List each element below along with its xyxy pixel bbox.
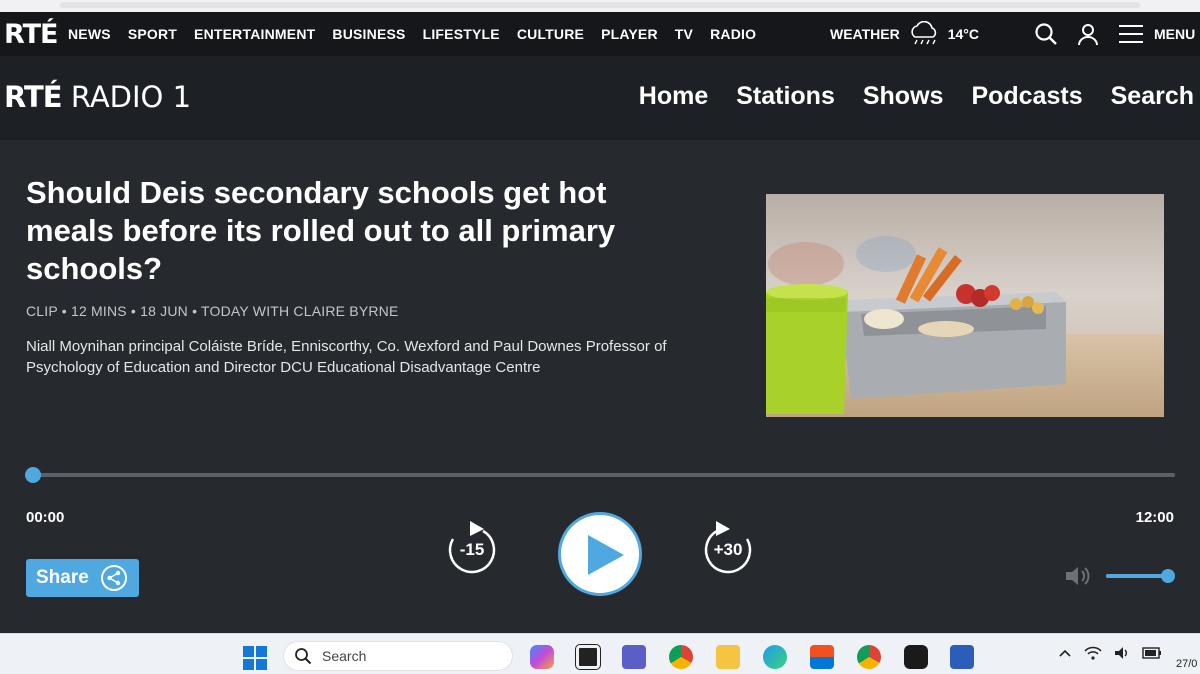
skip-forward-label: +30: [713, 540, 743, 559]
word-icon[interactable]: [950, 645, 974, 669]
task-view-icon[interactable]: [575, 644, 601, 670]
hamburger-menu-icon[interactable]: [1118, 23, 1144, 45]
chrome-icon[interactable]: [669, 645, 693, 669]
time-total: 12:00: [1135, 509, 1174, 526]
nav-item-radio[interactable]: RADIO: [710, 26, 756, 42]
nav-item-player[interactable]: PLAYER: [601, 26, 658, 42]
weather-widget[interactable]: WEATHER 14°C: [830, 12, 979, 56]
browser-top-strip: [0, 0, 1200, 12]
global-nav-menu: NEWS SPORT ENTERTAINMENT BUSINESS LIFEST…: [68, 26, 773, 42]
nav-item-sport[interactable]: SPORT: [128, 26, 177, 42]
nav-item-tv[interactable]: TV: [675, 26, 693, 42]
radio-logo-station: RADIO 1: [70, 80, 192, 114]
battery-icon[interactable]: [1142, 647, 1162, 659]
chevron-up-icon[interactable]: [1058, 648, 1072, 658]
share-icon: [100, 565, 127, 591]
play-icon: [588, 535, 624, 575]
edge-icon[interactable]: [763, 645, 787, 669]
browser-scrollbar[interactable]: [60, 2, 1140, 8]
webex-icon[interactable]: [904, 645, 928, 669]
system-tray: [1058, 646, 1174, 660]
teams-icon[interactable]: [622, 645, 646, 669]
clip-player-panel: Should Deis secondary schools get hot me…: [0, 140, 1200, 633]
radio-nav-stations[interactable]: Stations: [736, 82, 835, 111]
clip-title: Should Deis secondary schools get hot me…: [26, 175, 616, 286]
search-icon: [295, 648, 312, 665]
clip-description: Niall Moynihan principal Coláiste Bríde,…: [26, 338, 667, 376]
temperature: 14°C: [947, 26, 980, 42]
radio-1-logo[interactable]: RTÉ RADIO 1: [4, 80, 191, 114]
global-nav: RTÉ NEWS SPORT ENTERTAINMENT BUSINESS LI…: [0, 12, 1200, 56]
skip-back-label: -15: [459, 540, 485, 559]
nav-item-entertainment[interactable]: ENTERTAINMENT: [194, 26, 315, 42]
user-account-icon[interactable]: [1076, 22, 1100, 46]
wifi-icon[interactable]: [1084, 646, 1102, 660]
playback-progress-bar[interactable]: [25, 467, 1175, 483]
skip-forward-button[interactable]: +30: [698, 520, 758, 580]
microsoft-store-icon[interactable]: [810, 645, 834, 669]
play-button[interactable]: [558, 512, 642, 596]
volume-slider-handle[interactable]: [1161, 569, 1175, 583]
speaker-icon[interactable]: [1114, 646, 1130, 660]
radio-nav-podcasts[interactable]: Podcasts: [971, 82, 1082, 111]
radio-nav-search[interactable]: Search: [1111, 82, 1194, 111]
volume-control: [1064, 565, 1175, 587]
radio-logo-brand: RTÉ: [4, 80, 63, 114]
volume-slider[interactable]: [1106, 569, 1175, 583]
windows-start-icon[interactable]: [243, 646, 267, 670]
nav-item-business[interactable]: BUSINESS: [332, 26, 405, 42]
chrome-profile-icon[interactable]: [857, 645, 881, 669]
rte-logo[interactable]: RTÉ: [0, 19, 62, 50]
nav-item-news[interactable]: NEWS: [68, 26, 111, 42]
nav-item-lifestyle[interactable]: LIFESTYLE: [423, 26, 500, 42]
search-icon[interactable]: [1034, 22, 1058, 46]
time-elapsed: 00:00: [26, 509, 65, 526]
clip-meta: CLIP • 12 MINS • 18 JUN • TODAY WITH CLA…: [26, 303, 399, 319]
taskbar-date[interactable]: 27/0: [1176, 658, 1197, 670]
radio-nav: Home Stations Shows Podcasts Search: [611, 82, 1194, 111]
speaker-volume-icon[interactable]: [1064, 565, 1092, 587]
global-nav-actions: MENU: [1034, 12, 1195, 56]
copilot-icon[interactable]: [530, 645, 554, 669]
clip-thumbnail-lunchbox-image: [766, 194, 1164, 417]
taskbar-search-box[interactable]: Search: [283, 641, 513, 671]
radio-header: RTÉ RADIO 1 Home Stations Shows Podcasts…: [0, 56, 1200, 140]
radio-nav-home[interactable]: Home: [639, 82, 708, 111]
taskbar-search-label: Search: [322, 648, 367, 664]
menu-label[interactable]: MENU: [1154, 26, 1195, 42]
weather-label: WEATHER: [830, 26, 900, 42]
share-label: Share: [36, 567, 89, 588]
progress-scrubber-handle[interactable]: [25, 467, 41, 483]
nav-item-culture[interactable]: CULTURE: [517, 26, 584, 42]
file-explorer-icon[interactable]: [716, 645, 740, 669]
rain-cloud-icon: [911, 21, 936, 45]
volume-fill: [1106, 574, 1168, 578]
windows-taskbar: Search 27/0: [0, 633, 1200, 674]
share-button[interactable]: Share: [26, 559, 139, 597]
skip-back-button[interactable]: -15: [442, 520, 502, 580]
radio-nav-shows[interactable]: Shows: [863, 82, 944, 111]
